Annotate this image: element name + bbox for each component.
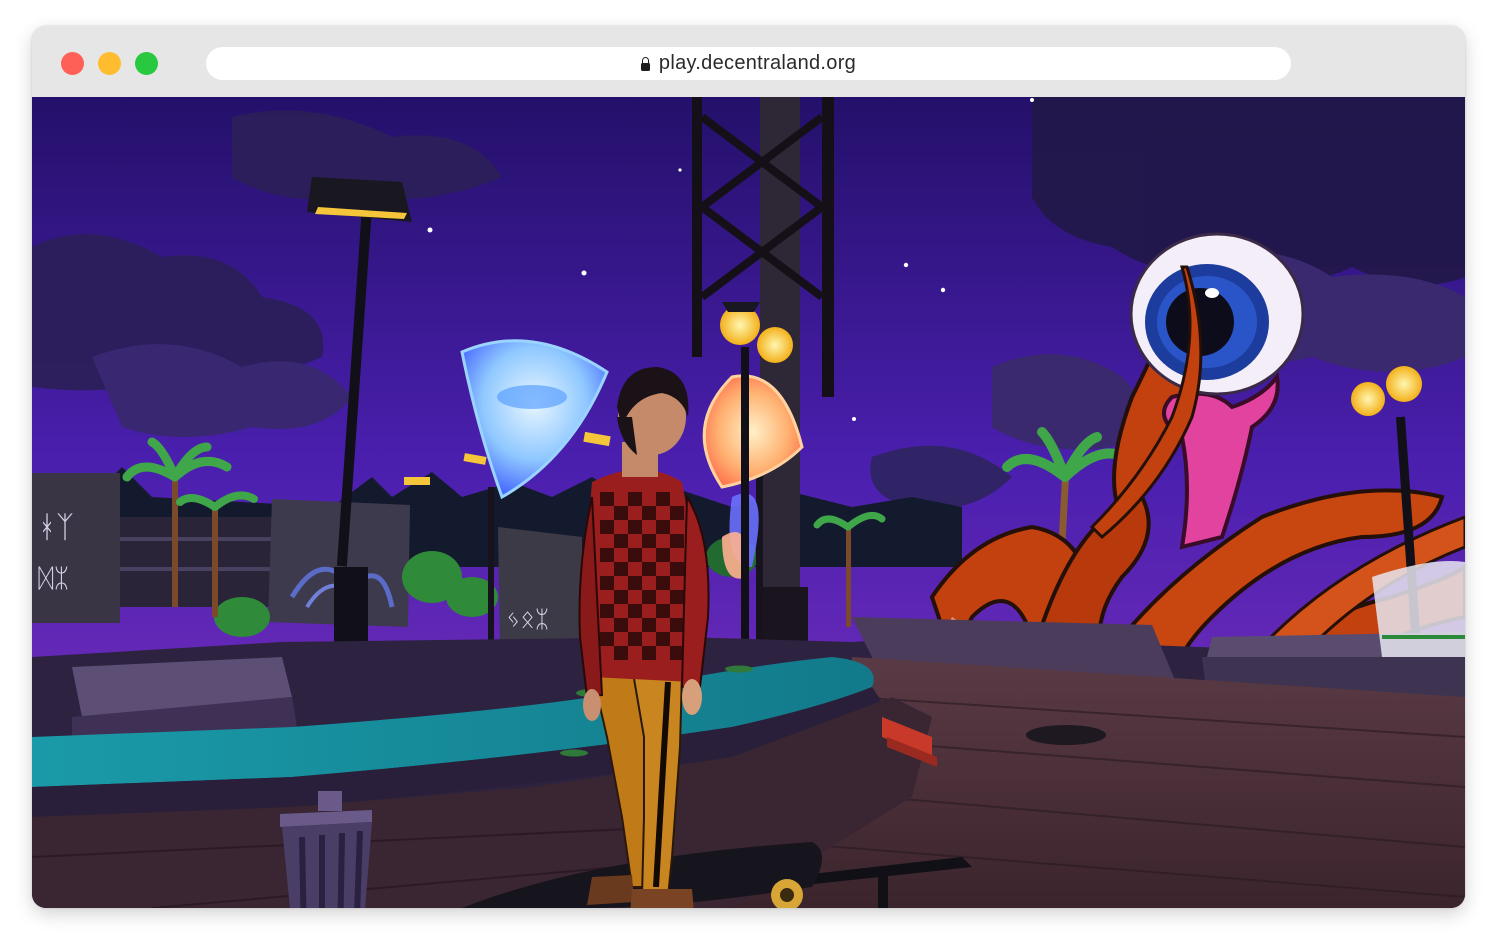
billboard-left: ᚼᛉ ᛞᛯ xyxy=(32,473,120,623)
address-bar[interactable]: play.decentraland.org xyxy=(206,47,1291,80)
browser-window: play.decentraland.org ᚼᛉ ᛞᛯ ᛃᛟᛯ xyxy=(32,26,1465,908)
billboard-runes: ᛃᛟᛯ xyxy=(498,527,582,652)
white-building xyxy=(1372,561,1465,657)
decentraland-scene[interactable]: ᚼᛉ ᛞᛯ ᛃᛟᛯ xyxy=(32,97,1465,908)
url-text: play.decentraland.org xyxy=(658,52,857,74)
svg-text:ᛞᛯ: ᛞᛯ xyxy=(38,564,69,594)
lock-icon xyxy=(640,56,650,71)
close-window-button[interactable] xyxy=(61,52,84,75)
eyeball-monster xyxy=(1129,232,1305,396)
minimize-window-button[interactable] xyxy=(98,52,121,75)
svg-text:ᛃᛟᛯ: ᛃᛟᛯ xyxy=(506,605,549,633)
svg-text:ᚼᛉ: ᚼᛉ xyxy=(38,510,74,545)
maximize-window-button[interactable] xyxy=(135,52,158,75)
title-bar: play.decentraland.org xyxy=(32,26,1465,97)
game-viewport[interactable]: ᚼᛉ ᛞᛯ ᛃᛟᛯ xyxy=(32,97,1465,908)
